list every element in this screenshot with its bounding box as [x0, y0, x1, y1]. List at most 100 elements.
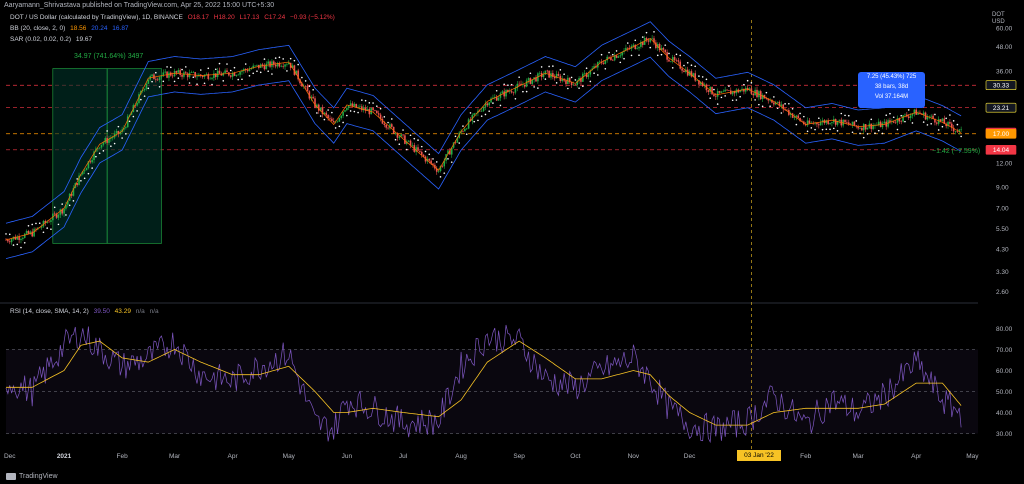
candle-body — [904, 114, 906, 116]
sar-dot — [65, 214, 67, 216]
candle-body — [722, 91, 725, 93]
candle-body — [711, 86, 713, 95]
candle-body — [50, 220, 52, 222]
candle-body — [417, 147, 419, 151]
sar-dot — [293, 59, 296, 62]
candle-body — [720, 91, 723, 93]
info-line-1: 7.25 (45.43%) 725 — [866, 74, 917, 80]
candle-body — [922, 112, 925, 115]
candle-body — [374, 110, 376, 111]
sar-dot — [896, 128, 899, 131]
drop-measure-label: −1.42 (−7.59%) — [932, 148, 981, 155]
sar-dot — [256, 70, 258, 73]
sar-dot — [207, 67, 210, 70]
sar-dot — [424, 150, 427, 153]
candle-body — [340, 115, 343, 119]
candle-body — [428, 158, 431, 161]
candle-body — [246, 70, 249, 72]
price-tick-label: 2.60 — [996, 289, 1009, 296]
sar-dot — [885, 114, 888, 117]
sar-dot — [728, 85, 730, 87]
candle-body — [226, 70, 228, 73]
candle-body — [818, 124, 820, 126]
time-label: May — [283, 453, 296, 460]
range-measure-label: 34.97 (741.64%) 3497 — [74, 53, 144, 60]
sar-dot — [525, 90, 528, 93]
candle-body — [25, 230, 28, 234]
sar-dot — [177, 77, 180, 79]
sar-dot — [68, 204, 71, 207]
candle-body — [508, 91, 511, 92]
candle-body — [267, 61, 269, 64]
candle-body — [505, 90, 507, 97]
price-tick-label: 60.00 — [996, 25, 1013, 32]
candle-body — [368, 109, 371, 115]
sar-dot — [866, 133, 869, 135]
sar-dot — [638, 54, 640, 57]
time-label: Feb — [117, 453, 129, 460]
candle-body — [8, 241, 11, 243]
sar-dot — [649, 46, 652, 49]
tradingview-logo[interactable]: TradingView — [6, 473, 58, 480]
sar-dot — [780, 112, 783, 114]
time-label: Feb — [800, 453, 812, 460]
sar-dot — [945, 117, 947, 120]
candle-body — [192, 72, 195, 73]
sar-dot — [229, 69, 232, 72]
sar-dot — [563, 73, 565, 75]
candle-body — [829, 123, 831, 124]
candle-body — [587, 74, 590, 77]
rsi-tick-label: 80.00 — [996, 326, 1013, 333]
sar-dot — [656, 54, 659, 57]
candle-body — [960, 129, 962, 130]
candle-body — [726, 89, 728, 91]
time-label: Mar — [853, 453, 865, 460]
sar-dot — [518, 76, 520, 78]
sar-dot — [825, 128, 828, 131]
candle-body — [265, 63, 268, 70]
candle-body — [673, 57, 676, 61]
candle-body — [696, 80, 698, 81]
candle-body — [274, 64, 277, 67]
sar-dot — [480, 115, 483, 117]
sar-dot — [465, 133, 468, 135]
candle-body — [883, 121, 886, 124]
candle-body — [894, 122, 897, 124]
sar-dot — [248, 74, 251, 77]
sar-dot — [653, 31, 655, 33]
candle-body — [411, 145, 414, 146]
sar-dot — [155, 71, 157, 74]
sar-dot — [319, 115, 322, 117]
candle-body — [269, 61, 271, 67]
candle-body — [881, 123, 884, 128]
candle-body — [611, 59, 614, 61]
sar-dot — [274, 57, 277, 59]
sar-dot — [952, 120, 955, 122]
sar-dot — [960, 135, 962, 138]
candle-body — [218, 70, 221, 74]
sar-dot — [454, 135, 457, 138]
sar-dot — [372, 102, 374, 104]
candle-body — [715, 96, 717, 97]
candle-body — [437, 171, 440, 172]
candle-body — [342, 111, 344, 116]
tv-mark-icon — [6, 473, 16, 480]
sar-dot — [847, 114, 850, 117]
sar-dot — [428, 153, 431, 156]
sar-dot — [559, 69, 562, 71]
sar-dot — [447, 158, 449, 160]
price-tick-label: 4.30 — [996, 247, 1009, 254]
candle-body — [546, 70, 549, 72]
sar-dot — [87, 172, 90, 175]
sar-dot — [76, 178, 78, 180]
candle-body — [332, 121, 335, 123]
candle-body — [864, 124, 867, 130]
sar-dot — [8, 233, 11, 236]
candle-body — [941, 118, 944, 122]
candle-body — [553, 76, 556, 79]
candle-body — [248, 69, 251, 72]
sar-dot — [705, 78, 708, 81]
sar-dot — [484, 113, 487, 116]
sar-dot — [608, 51, 610, 54]
candle-body — [638, 46, 640, 49]
